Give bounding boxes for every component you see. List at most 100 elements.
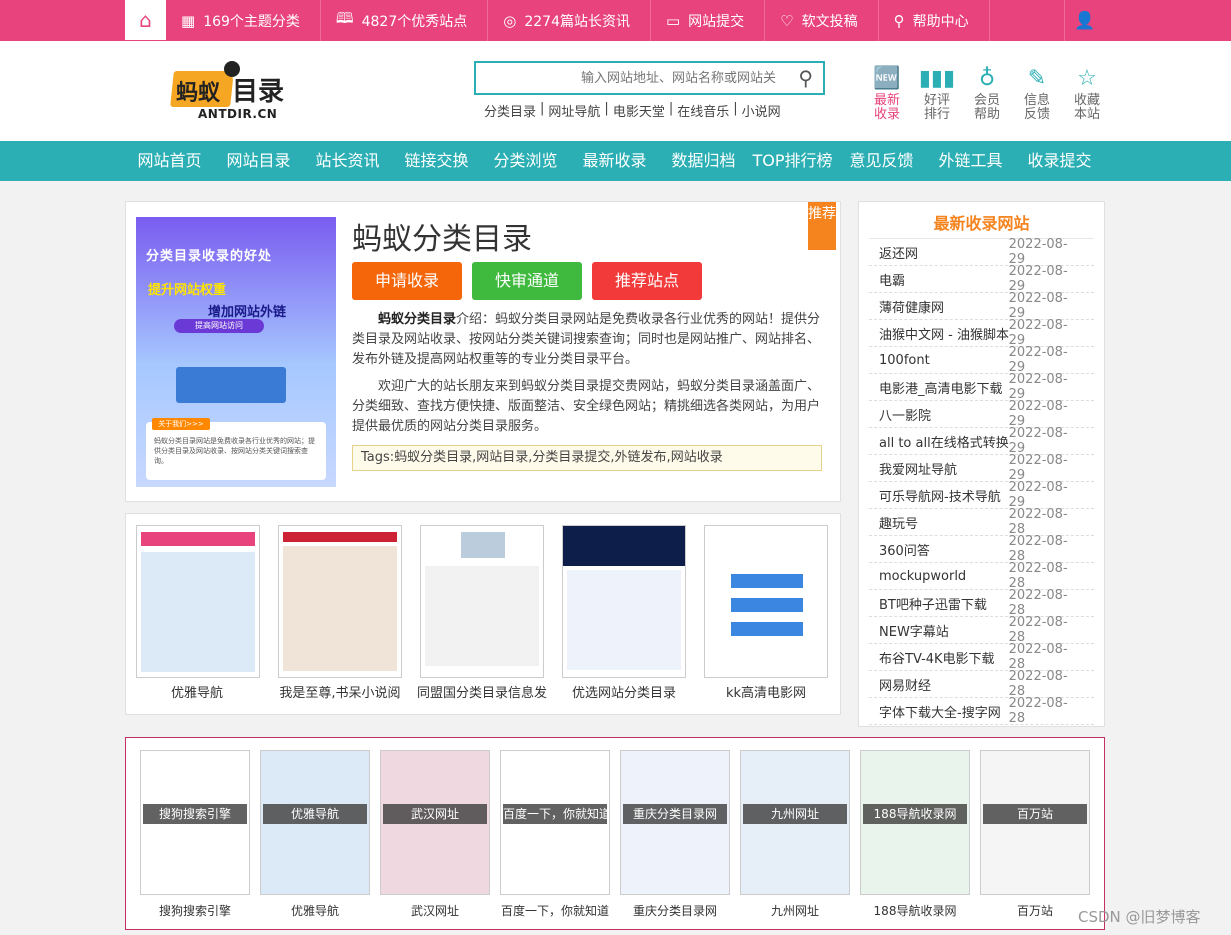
gallery-label[interactable]: 武汉网址 [375,902,495,919]
nav-item[interactable]: 网站首页 [125,141,214,181]
latest-site-name[interactable]: 网易财经 [879,675,1009,694]
latest-row[interactable]: 八一影院 2022-08-29 [869,399,1094,429]
header-icon-help[interactable]: ♁ 会员 帮助 [962,64,1012,122]
latest-site-name[interactable]: 100font [879,353,1009,368]
home-icon[interactable]: ⌂ [125,0,166,41]
nav-item[interactable]: 意见反馈 [837,141,926,181]
nav-item[interactable]: 站长资讯 [303,141,392,181]
quick-link[interactable]: 网址导航 [548,101,600,120]
quick-link[interactable]: 分类目录 [484,101,536,120]
latest-site-name[interactable]: 字体下载大全-搜字网 [879,702,1009,721]
topbar-item-submit[interactable]: ▭ 网站提交 [651,0,766,41]
topbar-item-help[interactable]: ⚲ 帮助中心 [879,0,990,41]
nav-item[interactable]: 数据归档 [659,141,748,181]
site-thumbnail-label[interactable]: kk高清电影网 [695,682,837,701]
nav-item[interactable]: TOP排行榜 [748,141,837,181]
latest-site-name[interactable]: BT吧种子迅雷下载 [879,594,1009,613]
user-icon[interactable]: 👤 [1064,0,1105,41]
latest-row[interactable]: 可乐导航网-技术导航 2022-08-29 [869,480,1094,510]
latest-row[interactable]: mockupworld 2022-08-28 [869,561,1094,591]
nav-item[interactable]: 分类浏览 [481,141,570,181]
search-input[interactable] [476,63,776,93]
site-thumbnail[interactable] [562,525,686,678]
latest-row[interactable]: 电霸 2022-08-29 [869,264,1094,294]
gallery-label[interactable]: 优雅导航 [255,902,375,919]
gallery-thumbnail[interactable]: 百万站 [980,750,1090,895]
site-thumbnail[interactable] [420,525,544,678]
topbar-item-articles[interactable]: ◎ 2274篇站长资讯 [488,0,651,41]
latest-row[interactable]: 返还网 2022-08-29 [869,237,1094,267]
gallery-label[interactable]: 百度一下，你就知道 [495,902,615,919]
gallery-thumbnail[interactable]: 武汉网址 [380,750,490,895]
header-icon-ranking[interactable]: ▮▮▮ 好评 排行 [912,64,962,122]
latest-site-date: 2022-08-29 [1008,372,1068,402]
latest-row[interactable]: 字体下载大全-搜字网 2022-08-28 [869,696,1094,726]
site-thumbnail[interactable] [136,525,260,678]
site-thumbnail[interactable] [278,525,402,678]
gallery-thumbnail[interactable]: 搜狗搜索引擎 [140,750,250,895]
site-thumbnail[interactable] [704,525,828,678]
latest-site-name[interactable]: 返还网 [879,243,1009,262]
latest-row[interactable]: 360问答 2022-08-28 [869,534,1094,564]
latest-row[interactable]: all to all在线格式转换 2022-08-29 [869,426,1094,456]
latest-site-name[interactable]: all to all在线格式转换 [879,432,1009,451]
topbar-item-categories[interactable]: ▦ 169个主题分类 [166,0,321,41]
nav-item[interactable]: 链接交换 [392,141,481,181]
gallery-thumbnail[interactable]: 188导航收录网 [860,750,970,895]
gallery-thumbnail[interactable]: 百度一下，你就知道 [500,750,610,895]
nav-item[interactable]: 最新收录 [570,141,659,181]
latest-site-name[interactable]: NEW字幕站 [879,621,1009,640]
topbar-item-article-submit[interactable]: ♡ 软文投稿 [765,0,879,41]
gallery-label[interactable]: 百万站 [975,902,1095,919]
gallery-label[interactable]: 九州网址 [735,902,855,919]
latest-row[interactable]: BT吧种子迅雷下载 2022-08-28 [869,588,1094,618]
latest-site-name[interactable]: 可乐导航网-技术导航 [879,486,1009,505]
gallery-label[interactable]: 重庆分类目录网 [615,902,735,919]
recommend-site-button[interactable]: 推荐站点 [592,262,702,300]
latest-site-name[interactable]: 360问答 [879,540,1009,559]
latest-row[interactable]: 趣玩号 2022-08-28 [869,507,1094,537]
header-icon-feedback[interactable]: ✎ 信息 反馈 [1012,64,1062,122]
latest-site-name[interactable]: 我爱网址导航 [879,459,1009,478]
latest-site-name[interactable]: 薄荷健康网 [879,297,1009,316]
gallery-label[interactable]: 188导航收录网 [855,902,975,919]
latest-site-name[interactable]: 电霸 [879,270,1009,289]
topbar-label: 帮助中心 [912,13,969,30]
quick-link[interactable]: 电影天堂 [613,101,665,120]
topbar-item-sites[interactable]: 🕮 4827个优秀站点 [321,0,489,41]
latest-row[interactable]: 网易财经 2022-08-28 [869,669,1094,699]
latest-row[interactable]: 电影港_高清电影下载 2022-08-29 [869,372,1094,402]
latest-site-name[interactable]: 油猴中文网 - 油猴脚本 [879,324,1009,343]
nav-item[interactable]: 收录提交 [1015,141,1104,181]
latest-row[interactable]: NEW字幕站 2022-08-28 [869,615,1094,645]
latest-row[interactable]: 布谷TV-4K电影下载 2022-08-28 [869,642,1094,672]
gallery-thumbnail[interactable]: 九州网址 [740,750,850,895]
latest-row[interactable]: 100font 2022-08-29 [869,345,1094,375]
site-logo[interactable]: 蚂蚁 目录 ANTDIR.CN [170,59,284,131]
latest-row[interactable]: 我爱网址导航 2022-08-29 [869,453,1094,483]
gallery-thumbnail[interactable]: 优雅导航 [260,750,370,895]
top-bar: ⌂ ▦ 169个主题分类 🕮 4827个优秀站点 ◎ 2274篇站长资讯 ▭ 网站提交 … [0,0,1231,41]
latest-row[interactable]: 油猴中文网 - 油猴脚本 2022-08-29 [869,318,1094,348]
site-thumbnail-label[interactable]: 优雅导航 [126,682,268,701]
latest-site-name[interactable]: 电影港_高清电影下载 [879,378,1009,397]
search-button-icon[interactable]: ⚲ [798,66,813,90]
apply-button[interactable]: 申请收录 [352,262,462,300]
quick-link[interactable]: 小说网 [742,101,781,120]
header-icon-latest[interactable]: 🆕 最新 收录 [862,64,912,122]
fast-review-button[interactable]: 快审通道 [472,262,582,300]
site-thumbnail-label[interactable]: 优选网站分类目录 [553,682,695,701]
gallery-label[interactable]: 搜狗搜索引擎 [135,902,255,919]
quick-link[interactable]: 在线音乐 [677,101,729,120]
site-thumbnail-label[interactable]: 同盟国分类目录信息发 [411,682,553,701]
site-thumbnail-label[interactable]: 我是至尊,书呆小说阅 [269,682,411,701]
latest-site-name[interactable]: mockupworld [879,569,1009,584]
latest-site-name[interactable]: 八一影院 [879,405,1009,424]
header-icon-favorite[interactable]: ☆ 收藏 本站 [1062,64,1112,122]
nav-item[interactable]: 网站目录 [214,141,303,181]
latest-site-name[interactable]: 布谷TV-4K电影下载 [879,648,1009,667]
latest-row[interactable]: 薄荷健康网 2022-08-29 [869,291,1094,321]
nav-item[interactable]: 外链工具 [926,141,1015,181]
gallery-thumbnail[interactable]: 重庆分类目录网 [620,750,730,895]
latest-site-name[interactable]: 趣玩号 [879,513,1009,532]
